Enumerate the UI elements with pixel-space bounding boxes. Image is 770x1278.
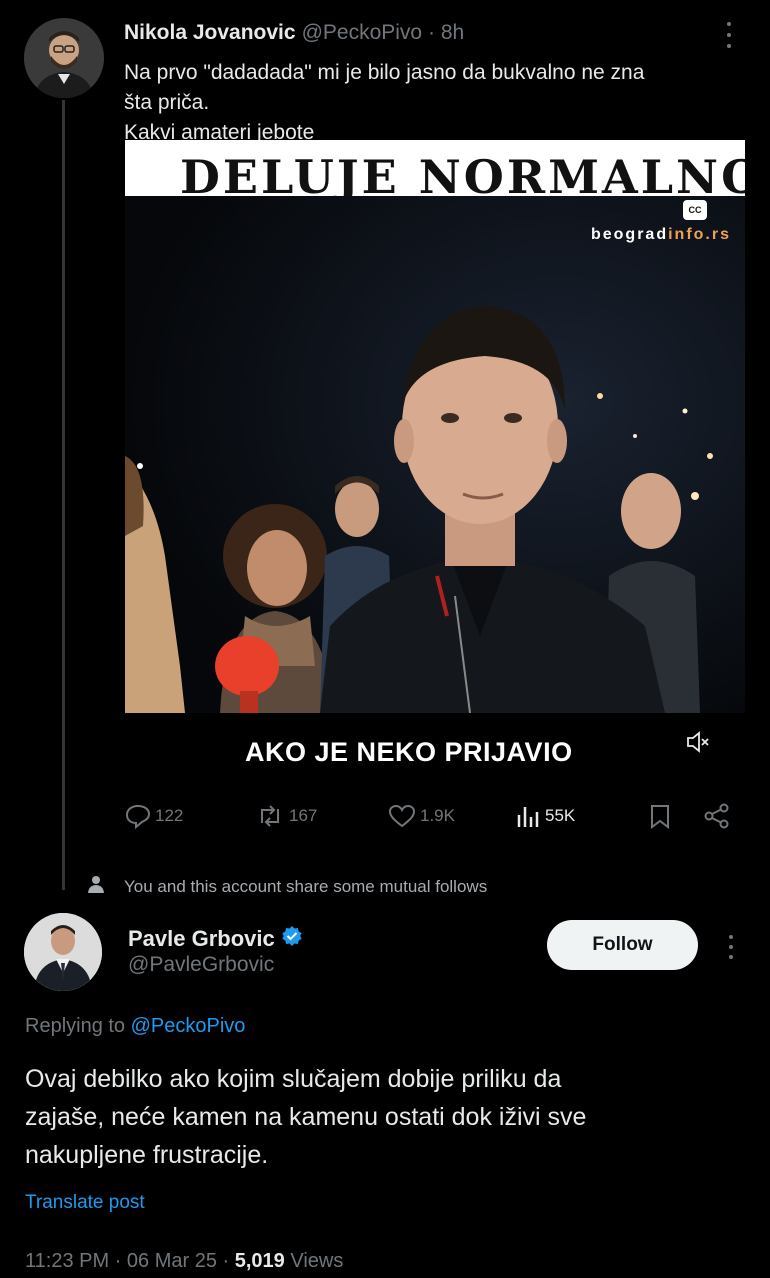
like-count: 1.9K — [420, 806, 455, 825]
tweet-text: Na prvo "dadadada" mi je bilo jasno da b… — [124, 58, 724, 148]
post-views-count: 5,019 — [234, 1250, 285, 1272]
share-button[interactable] — [703, 803, 731, 829]
reply-text-line: Ovaj debilko ako kojim slučajem dobije p… — [25, 1065, 562, 1093]
reply-icon — [125, 803, 151, 829]
video-subtitle-bar: AKO JE NEKO PRIJAVIO — [125, 713, 745, 793]
verified-badge-icon — [281, 925, 303, 953]
follow-button[interactable]: Follow — [547, 920, 698, 970]
views-count: 55K — [545, 806, 576, 825]
reply-author-handle[interactable]: @PavleGrbovic — [128, 953, 274, 977]
reply-author-name-row[interactable]: Pavle Grbovic — [128, 925, 303, 953]
cc-badge: CC — [683, 200, 707, 220]
post-views-label: Views — [290, 1250, 344, 1272]
tweet-header: Nikola Jovanovic @PeckoPivo · 8h — [124, 21, 464, 45]
views-button[interactable]: 55K — [515, 803, 575, 829]
reply-button[interactable]: 122 — [125, 803, 183, 829]
video-frame-image — [125, 196, 745, 713]
heart-icon — [388, 803, 416, 829]
more-options-icon[interactable] — [722, 18, 736, 52]
more-options-icon[interactable] — [724, 932, 738, 962]
reply-text-line: nakupljene frustracije. — [25, 1141, 269, 1169]
post-metadata: 11:23 PM · 06 Mar 25 · 5,019 Views — [25, 1250, 344, 1272]
like-button[interactable]: 1.9K — [388, 803, 455, 829]
author-name[interactable]: Nikola Jovanovic — [124, 21, 296, 44]
reply-count: 122 — [155, 806, 184, 825]
share-icon — [703, 803, 731, 829]
reply-author-name[interactable]: Pavle Grbovic — [128, 926, 275, 952]
bookmark-icon — [648, 803, 672, 829]
tweet-text-line: Na prvo "dadadada" mi je bilo jasno da b… — [124, 61, 645, 84]
author-handle[interactable]: @PeckoPivo · 8h — [302, 21, 465, 44]
mute-icon[interactable] — [685, 729, 711, 760]
repost-button[interactable]: 167 — [255, 803, 317, 829]
reply-text-line: zajaše, neće kamen na kamenu ostati dok … — [25, 1103, 587, 1131]
views-chart-icon — [515, 803, 541, 829]
tweet-text-line: šta priča. — [124, 91, 210, 114]
replying-to-mention[interactable]: @PeckoPivo — [131, 1015, 246, 1037]
video-watermark: beogradinfo.rs — [590, 226, 731, 243]
reply-text: Ovaj debilko ako kojim slučajem dobije p… — [25, 1060, 745, 1174]
video-subtitle: AKO JE NEKO PRIJAVIO — [245, 737, 573, 767]
reply-author-avatar[interactable] — [24, 913, 102, 991]
thread-connector-line — [62, 100, 65, 890]
tweet-time: 8h — [440, 21, 465, 44]
person-icon — [86, 874, 106, 899]
video-top-caption: DELUJE NORMALNO! — [125, 140, 745, 196]
replying-to: Replying to @PeckoPivo — [25, 1015, 246, 1037]
repost-count: 167 — [289, 806, 318, 825]
social-context: You and this account share some mutual f… — [86, 874, 487, 899]
bookmark-button[interactable] — [648, 803, 672, 829]
translate-post-link[interactable]: Translate post — [25, 1192, 145, 1214]
post-time[interactable]: 11:23 PM — [25, 1250, 109, 1272]
social-context-text: You and this account share some mutual f… — [124, 876, 488, 896]
repost-icon — [255, 803, 285, 829]
author-avatar[interactable] — [24, 18, 104, 98]
tweet-actions: 122 167 1.9K 55K — [125, 803, 735, 839]
post-date[interactable]: 06 Mar 25 — [127, 1250, 217, 1272]
video-player[interactable]: CC beogradinfo.rs — [125, 196, 745, 713]
